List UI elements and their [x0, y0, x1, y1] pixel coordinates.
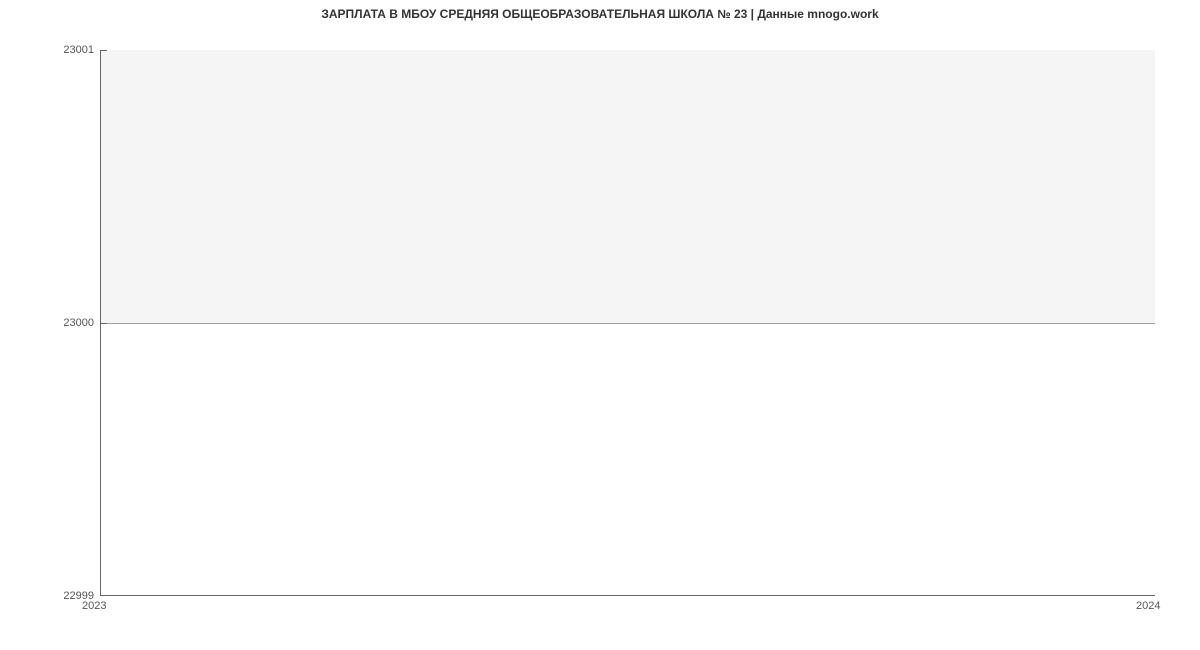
y-tick	[101, 595, 107, 596]
chart-title: ЗАРПЛАТА В МБОУ СРЕДНЯЯ ОБЩЕОБРАЗОВАТЕЛЬ…	[0, 7, 1200, 21]
y-tick-label: 23001	[63, 44, 94, 56]
y-tick-label: 23000	[63, 317, 94, 329]
data-series-line	[101, 323, 1155, 324]
plot-area	[100, 50, 1155, 596]
y-tick	[101, 323, 107, 324]
y-tick	[101, 50, 107, 51]
x-tick-label: 2023	[82, 600, 106, 612]
grid-band	[101, 50, 1155, 323]
x-tick-label: 2024	[1136, 600, 1160, 612]
